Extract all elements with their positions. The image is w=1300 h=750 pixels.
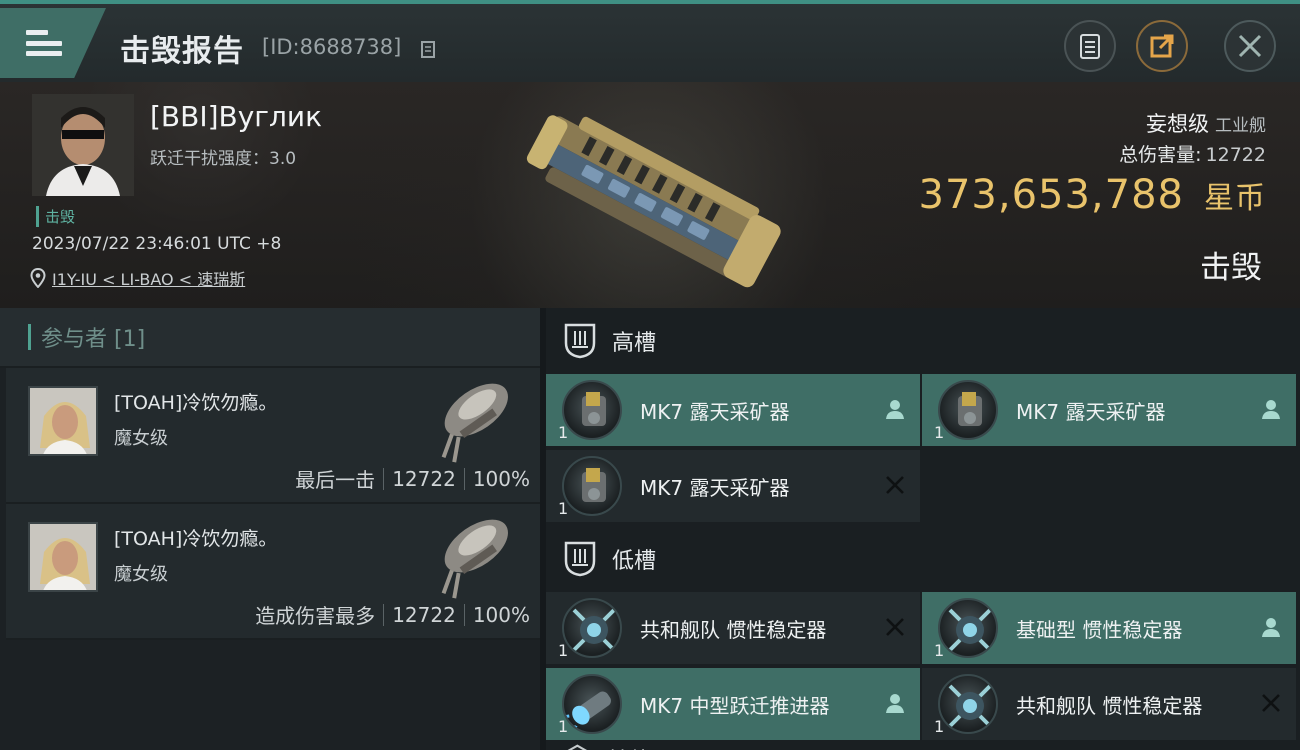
module-name: 基础型 惯性稳定器 [1016, 617, 1183, 642]
ship-name: 妄想级 [1146, 112, 1209, 136]
clipboard-icon [1080, 34, 1100, 59]
microwarp-drive-icon [562, 674, 622, 734]
report-button[interactable] [1064, 20, 1116, 72]
kill-type-tag: 击毁 [36, 206, 75, 227]
module-name: MK7 露天采矿器 [1016, 399, 1166, 424]
low-slot-header: 低槽 [546, 526, 1300, 592]
destroyed-x-icon [886, 618, 904, 636]
isk-value: 373,653,788 星币 [919, 172, 1266, 218]
fitting-panel: 高槽 1 MK7 露天采矿器 1 MK7 露天采矿器 1 MK7 露天采矿器 低… [546, 308, 1300, 750]
participant-role: 最后一击 [295, 468, 376, 492]
high-slot-label: 高槽 [612, 331, 657, 356]
hamburger-icon [26, 30, 62, 56]
module-quantity: 1 [934, 717, 945, 736]
participant-row[interactable]: [TOAH]冷饮勿瘾。 魔女级 造成伤害最多 12722 100% [6, 504, 540, 640]
destroyed-x-icon [886, 476, 904, 494]
module-name: MK7 露天采矿器 [640, 399, 790, 424]
isk-amount: 373,653,788 [918, 172, 1184, 218]
report-id: [ID:8688738] [262, 35, 402, 59]
low-slot-label: 低槽 [612, 549, 657, 574]
kill-location[interactable]: I1Y-IU < LI-BAO < 速瑞斯 [30, 266, 245, 290]
menu-button[interactable] [0, 8, 106, 78]
title-bar: 击毁报告 [ID:8688738] [0, 0, 1300, 82]
module-slot[interactable]: 1 MK7 中型跃迁推进器 [546, 668, 920, 740]
participant-name[interactable]: [TOAH]冷饮勿瘾。 [114, 388, 277, 415]
module-quantity: 1 [934, 423, 945, 442]
participant-damage: 12722 [392, 602, 456, 627]
copy-icon[interactable] [420, 40, 438, 60]
share-icon [1150, 34, 1174, 58]
participant-stats: 造成伤害最多 12722 100% [255, 600, 530, 629]
dropped-person-icon [886, 694, 904, 713]
next-slot-icon [567, 744, 588, 750]
module-name: MK7 中型跃迁推进器 [640, 693, 830, 718]
inertial-stabilizer-icon [938, 674, 998, 734]
location-pin-icon [30, 268, 46, 288]
dropped-person-icon [1262, 618, 1280, 637]
module-slot[interactable]: 1 共和舰队 惯性稳定器 [546, 592, 920, 664]
strip-miner-icon [938, 380, 998, 440]
strip-miner-icon [562, 456, 622, 516]
module-slot[interactable]: 1 MK7 露天采矿器 [546, 450, 920, 522]
participant-row[interactable]: [TOAH]冷饮勿瘾。 魔女级 最后一击 12722 100% [6, 368, 540, 504]
isk-currency: 星币 [1204, 181, 1266, 216]
module-slot[interactable]: 1 共和舰队 惯性稳定器 [922, 668, 1296, 740]
high-slot-icon [564, 323, 596, 359]
victim-ship-class[interactable]: 妄想级 工业舰 [1146, 108, 1266, 138]
participant-damage-percent: 100% [472, 466, 530, 491]
module-quantity: 1 [558, 641, 569, 660]
module-name: 共和舰队 惯性稳定器 [640, 617, 827, 642]
module-slot[interactable]: 1 MK7 露天采矿器 [922, 374, 1296, 446]
participant-avatar[interactable] [28, 522, 98, 592]
total-damage-label: 总伤害量: [1119, 144, 1202, 166]
victim-portrait[interactable] [32, 94, 134, 196]
participants-panel: 参与者 [1] [TOAH]冷饮勿瘾。 魔女级 最后一击 12722 100% … [0, 308, 540, 750]
module-slot[interactable]: 1 基础型 惯性稳定器 [922, 592, 1296, 664]
kill-timestamp: 2023/07/22 23:46:01 UTC +8 [32, 234, 282, 254]
victim-name[interactable]: [BBI]Вуглик [150, 100, 322, 133]
destroyed-x-icon [1262, 694, 1280, 712]
next-slot-header: 其他 [546, 744, 1300, 750]
high-slot-header: 高槽 [546, 308, 1300, 374]
inertial-stabilizer-icon [562, 598, 622, 658]
participant-stats: 最后一击 12722 100% [295, 464, 530, 493]
strip-miner-icon [562, 380, 622, 440]
participant-name[interactable]: [TOAH]冷饮勿瘾。 [114, 524, 277, 551]
location-link[interactable]: I1Y-IU < LI-BAO < 速瑞斯 [52, 266, 245, 290]
module-quantity: 1 [558, 499, 569, 518]
victim-ship-image [526, 115, 781, 288]
participant-damage: 12722 [392, 466, 456, 491]
close-button[interactable] [1224, 20, 1276, 72]
participant-damage-percent: 100% [472, 602, 530, 627]
participant-ship-image [441, 383, 508, 463]
close-icon [1238, 34, 1262, 58]
participants-title: 参与者 [1] [41, 327, 146, 352]
kill-status: 击毁 [1200, 250, 1262, 286]
participant-avatar[interactable] [28, 386, 98, 456]
ship-type: 工业舰 [1215, 116, 1266, 136]
inertial-stabilizer-icon [938, 598, 998, 658]
participant-ship: 魔女级 [114, 428, 168, 449]
share-button[interactable] [1136, 20, 1188, 72]
warp-scramble-strength: 跃迁干扰强度：3.0 [150, 149, 297, 169]
dropped-person-icon [886, 400, 904, 419]
total-damage-value: 12722 [1205, 144, 1266, 166]
participant-ship: 魔女级 [114, 564, 168, 585]
low-slot-icon [564, 541, 596, 577]
module-quantity: 1 [558, 717, 569, 736]
participant-role: 造成伤害最多 [255, 604, 376, 628]
module-slot[interactable]: 1 MK7 露天采矿器 [546, 374, 920, 446]
participants-header: 参与者 [1] [0, 308, 540, 368]
participant-ship-image [441, 519, 508, 599]
next-slot-label: 其他 [607, 743, 651, 750]
total-damage: 总伤害量: 12722 [1119, 140, 1266, 167]
module-name: MK7 露天采矿器 [640, 475, 790, 500]
module-quantity: 1 [558, 423, 569, 442]
victim-panel: [BBI]Вуглик 跃迁干扰强度：3.0 击毁 2023/07/22 23:… [0, 82, 1300, 308]
module-name: 共和舰队 惯性稳定器 [1016, 693, 1203, 718]
dropped-person-icon [1262, 400, 1280, 419]
page-title: 击毁报告 [120, 34, 244, 69]
module-quantity: 1 [934, 641, 945, 660]
